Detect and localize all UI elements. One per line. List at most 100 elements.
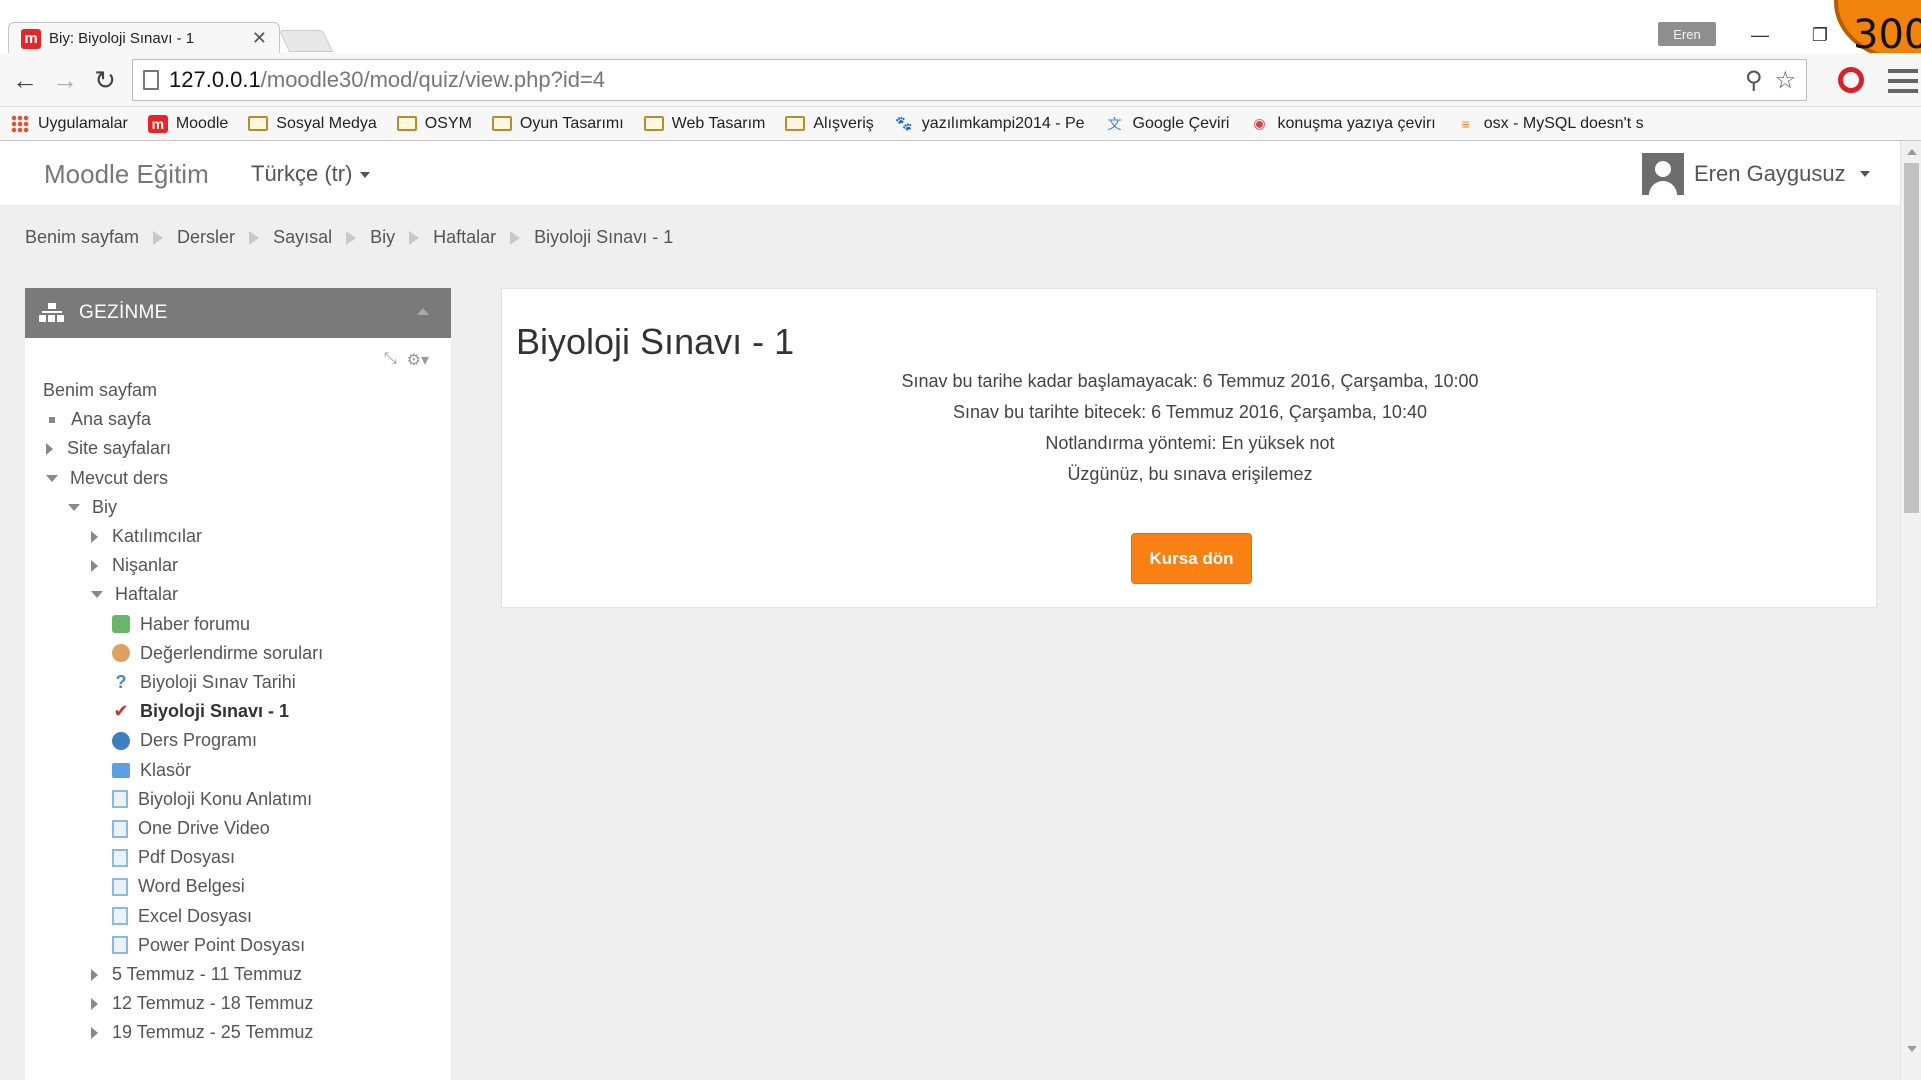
- collapsed-arrow-icon[interactable]: [91, 530, 98, 543]
- bookmark-star-icon[interactable]: ☆: [1774, 66, 1796, 95]
- file-icon: [112, 848, 128, 867]
- forward-arrow-icon[interactable]: →: [50, 65, 80, 95]
- bookmark-label: Google Çeviri: [1132, 114, 1230, 132]
- opera-extension-icon[interactable]: [1838, 67, 1864, 93]
- breadcrumb-item[interactable]: Sayısal: [273, 227, 332, 248]
- tree-item[interactable]: One Drive Video: [112, 818, 270, 839]
- bookmark-label: yazılımkampi2014 - Pe: [921, 114, 1085, 132]
- bookmark-item[interactable]: Sosyal Medya: [248, 115, 377, 133]
- bookmark-item[interactable]: m Moodle: [147, 114, 228, 133]
- tree-item[interactable]: 5 Temmuz - 11 Temmuz: [91, 964, 302, 985]
- collapsed-arrow-icon[interactable]: [91, 559, 98, 572]
- language-menu[interactable]: Türkçe (tr): [251, 161, 371, 187]
- bookmark-item[interactable]: Alışveriş: [785, 115, 874, 133]
- browser-menu-icon[interactable]: [1888, 69, 1918, 93]
- tree-item[interactable]: 19 Temmuz - 25 Temmuz: [91, 1022, 313, 1043]
- gear-icon[interactable]: ⚙▾: [407, 350, 429, 370]
- file-icon: [112, 790, 128, 809]
- url-path: /moodle30/mod/quiz/view.php?id=4: [260, 67, 606, 92]
- page-title: Biyoloji Sınavı - 1: [516, 321, 795, 362]
- bookmark-item[interactable]: OSYM: [396, 115, 472, 133]
- back-to-course-button[interactable]: Kursa dön: [1131, 533, 1252, 584]
- tree-item[interactable]: ✔ Biyoloji Sınavı - 1: [112, 701, 289, 722]
- site-brand[interactable]: Moodle Eğitim: [44, 159, 209, 190]
- breadcrumb-item[interactable]: Biy: [370, 227, 395, 248]
- collapse-icon[interactable]: [417, 308, 429, 315]
- tree-item[interactable]: Word Belgesi: [112, 876, 245, 897]
- user-menu[interactable]: Eren Gaygusuz: [1642, 153, 1870, 195]
- tree-item[interactable]: Ders Programı: [112, 730, 257, 751]
- bookmark-item[interactable]: 文 Google Çeviri: [1105, 115, 1230, 133]
- chrome-icon: ◉: [1253, 115, 1266, 131]
- tree-item[interactable]: Site sayfaları: [46, 438, 171, 459]
- tree-item[interactable]: Excel Dosyası: [112, 906, 252, 927]
- forum-icon: [112, 615, 130, 634]
- minimize-icon[interactable]: —: [1740, 20, 1780, 50]
- bookmark-item[interactable]: ≡ osx - MySQL doesn't s: [1456, 115, 1644, 133]
- tree-item-label: Benim sayfam: [43, 380, 158, 400]
- folder-icon: [396, 115, 417, 133]
- bookmark-label: Web Tasarım: [671, 114, 766, 132]
- tree-item-label: 12 Temmuz - 18 Temmuz: [112, 993, 314, 1014]
- bookmark-item[interactable]: Web Tasarım: [643, 114, 766, 133]
- breadcrumb-item[interactable]: Biyoloji Sınavı - 1: [534, 227, 673, 248]
- expanded-arrow-icon[interactable]: [68, 503, 80, 511]
- tab-close-icon[interactable]: ✕: [252, 28, 267, 49]
- bookmark-item[interactable]: Uygulamalar: [10, 114, 128, 133]
- tree-item[interactable]: ? Biyoloji Sınav Tarihi: [112, 672, 296, 693]
- tree-item-label: Power Point Dosyası: [138, 934, 306, 955]
- collapsed-arrow-icon[interactable]: [91, 968, 98, 981]
- tree-item[interactable]: Haftalar: [91, 584, 178, 605]
- tree-item[interactable]: Power Point Dosyası: [112, 935, 305, 956]
- tree-item[interactable]: Ana sayfa: [46, 409, 151, 430]
- tree-item[interactable]: Biyoloji Konu Anlatımı: [112, 789, 312, 810]
- scroll-down-icon[interactable]: [1907, 1046, 1917, 1052]
- breadcrumb-item[interactable]: Benim sayfam: [25, 227, 139, 248]
- tab-title: Biy: Biyoloji Sınavı - 1: [49, 30, 195, 47]
- quiz-icon: ✔: [113, 701, 129, 722]
- restore-icon[interactable]: ❐: [1800, 20, 1840, 50]
- tree-item[interactable]: Katılımcılar: [91, 526, 202, 547]
- tree-item[interactable]: Nişanlar: [91, 555, 178, 576]
- new-tab-button[interactable]: [278, 30, 334, 52]
- bookmark-item[interactable]: ◉ konuşma yazıya çevirı: [1249, 115, 1435, 133]
- page-scrollbar[interactable]: [1900, 141, 1921, 1080]
- back-arrow-icon[interactable]: ←: [10, 65, 40, 95]
- tree-item[interactable]: Biy: [68, 497, 117, 518]
- browser-tab-active[interactable]: m Biy: Biyoloji Sınavı - 1 ✕: [8, 22, 280, 54]
- scroll-up-icon[interactable]: [1907, 149, 1917, 155]
- expanded-arrow-icon[interactable]: [91, 591, 103, 599]
- tree-item[interactable]: Klasör: [112, 760, 191, 781]
- breadcrumb-item[interactable]: Dersler: [177, 227, 235, 248]
- tree-item[interactable]: 12 Temmuz - 18 Temmuz: [91, 993, 313, 1014]
- breadcrumb-separator-icon: [409, 230, 420, 245]
- file-icon: [112, 877, 128, 896]
- collapsed-arrow-icon[interactable]: [46, 442, 53, 455]
- expanded-arrow-icon[interactable]: [46, 474, 58, 482]
- move-icon[interactable]: ⤡: [384, 350, 397, 370]
- zoom-icon[interactable]: ⚲: [1745, 66, 1763, 95]
- tree-item[interactable]: Benim sayfam: [43, 380, 157, 401]
- folder-icon: [785, 115, 806, 133]
- breadcrumb-separator-icon: [153, 230, 164, 245]
- breadcrumb-item[interactable]: Haftalar: [433, 227, 496, 248]
- folder-icon: [112, 762, 130, 778]
- collapsed-arrow-icon[interactable]: [91, 1026, 98, 1039]
- address-input[interactable]: 127.0.0.1/moodle30/mod/quiz/view.php?id=…: [132, 59, 1807, 101]
- file-icon: [112, 819, 128, 838]
- scroll-thumb[interactable]: [1904, 163, 1919, 513]
- tree-item[interactable]: Değerlendirme soruları: [112, 643, 323, 664]
- navigation-block-header[interactable]: GEZİNME: [25, 288, 451, 338]
- profile-badge[interactable]: Eren: [1658, 22, 1716, 46]
- user-icon: [1655, 161, 1671, 177]
- bookmark-item[interactable]: 🐾 yazılımkampi2014 - Pe: [894, 114, 1085, 133]
- breadcrumb: Benim sayfam Dersler Sayısal Biy Haftalar Biy…: [25, 227, 673, 248]
- tree-item[interactable]: Mevcut ders: [46, 468, 168, 489]
- tree-item[interactable]: Pdf Dosyası: [112, 847, 235, 868]
- moodle-navbar: Moodle Eğitim Türkçe (tr) Eren Gaygusuz: [0, 141, 1900, 205]
- reload-icon[interactable]: ↻: [90, 65, 120, 95]
- bookmark-label: Oyun Tasarımı: [519, 114, 624, 132]
- bookmark-item[interactable]: Oyun Tasarımı: [491, 114, 624, 133]
- collapsed-arrow-icon[interactable]: [91, 997, 98, 1010]
- tree-item[interactable]: Haber forumu: [112, 614, 250, 635]
